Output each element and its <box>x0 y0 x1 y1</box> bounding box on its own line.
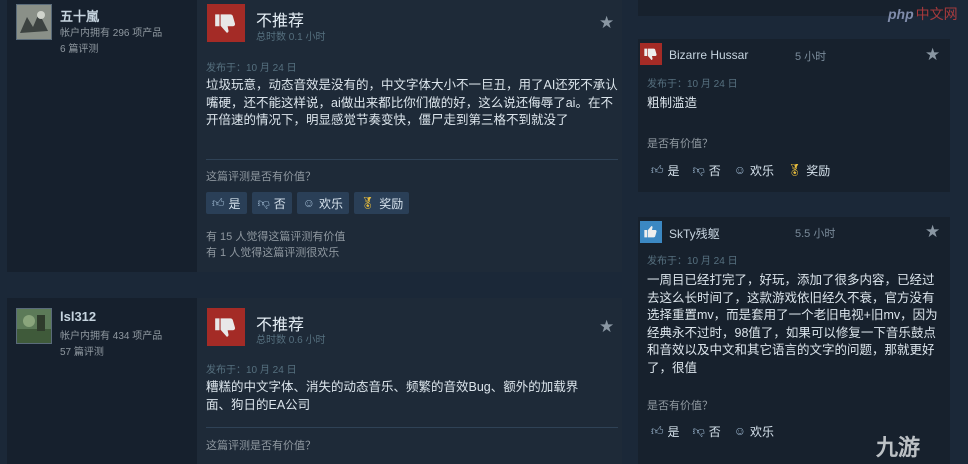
reviewer-name[interactable]: SkTy残躯 <box>669 225 720 242</box>
reviewer-products[interactable]: 帐户内拥有 434 项产品 <box>60 329 162 345</box>
avatar[interactable] <box>16 308 52 344</box>
vote-funny-label: 欢乐 <box>750 424 775 439</box>
posted-date: 发布于：10 月 24 日 <box>206 63 297 74</box>
vote-no-label: 否 <box>708 424 721 439</box>
thumb-down-icon: 👎︎ <box>257 195 270 210</box>
vote-yes-button[interactable]: 👍︎ 是 <box>647 420 684 442</box>
thumb-down-icon: 👎︎ <box>692 162 705 177</box>
divider <box>206 427 618 428</box>
helpful-question: 是否有价值？ <box>647 400 713 412</box>
helpful-question: 这篇评测是否有价值？ <box>206 440 316 452</box>
reviewer-name[interactable]: Bizarre Hussar <box>669 48 748 62</box>
reviewer-review-count[interactable]: 6 篇评测 <box>60 42 98 58</box>
vote-no-label: 否 <box>708 163 721 178</box>
vote-buttons: 👍︎ 是 👎︎ 否 ☺ 欢乐 🏅︎ 奖励 <box>206 192 410 214</box>
award-label: 奖励 <box>806 163 831 178</box>
thumb-up-icon: 👍︎ <box>212 195 225 210</box>
vote-yes-button[interactable]: 👍︎ 是 <box>647 159 684 181</box>
vote-buttons: 👍︎ 是 👎︎ 否 ☺ 欢乐 <box>647 420 778 442</box>
vote-no-label: 否 <box>273 196 286 211</box>
site-watermark-text: 中文网 <box>915 6 958 22</box>
vote-yes-label: 是 <box>667 424 680 439</box>
jiuyou-watermark-text: 九游 <box>876 435 921 460</box>
award-label: 奖励 <box>379 196 404 211</box>
vote-no-button[interactable]: 👎︎ 否 <box>251 192 292 214</box>
helpful-question: 这篇评测是否有价值？ <box>206 171 316 183</box>
award-button[interactable]: 🏅︎ 奖励 <box>783 159 834 181</box>
helpful-count: 有 15 人觉得这篇评测有价值 <box>206 231 346 243</box>
vote-yes-label: 是 <box>667 163 680 178</box>
vote-no-button[interactable]: 👎︎ 否 <box>689 420 725 442</box>
thumb-up-icon: 👍︎ <box>651 423 664 438</box>
playtime: 总时数 0.6 小时 <box>256 335 326 346</box>
review-card-1: 五十嵐 帐户内拥有 296 项产品 6 篇评测 不推荐 总时数 0.1 小时 ★… <box>7 0 622 272</box>
reviewer-review-count[interactable]: 57 篇评测 <box>60 345 104 361</box>
helpful-question: 是否有价值？ <box>647 138 713 150</box>
vote-yes-button[interactable]: 👍︎ 是 <box>206 192 247 214</box>
reviewer-name[interactable]: 五十嵐 <box>60 6 99 25</box>
review-text: 糟糕的中文字体、消失的动态音乐、频繁的音效Bug、额外的加载界面、狗日的EA公司 <box>206 380 579 412</box>
review-text: 垃圾玩意，动态音效是没有的，中文字体大小不一巨丑，用了AI还死不承认嘴硬，还不能… <box>206 78 618 127</box>
funny-count: 有 1 人觉得这篇评测很欢乐 <box>206 247 340 259</box>
award-button[interactable]: 🏅︎ 奖励 <box>354 192 410 214</box>
playtime: 5.5 小时 <box>795 228 836 240</box>
thumb-down-icon <box>640 43 662 65</box>
review-text: 一周目已经打完了，好玩，添加了很多内容，已经过去这么长时间了，这款游戏依旧经久不… <box>647 273 938 375</box>
thumb-up-icon: 👍︎ <box>651 162 664 177</box>
vote-funny-label: 欢乐 <box>750 163 775 178</box>
php-watermark-logo: php 中文网 <box>888 4 958 24</box>
review-text: 粗制滥造 <box>647 96 698 110</box>
vote-funny-button[interactable]: ☺ 欢乐 <box>296 192 350 214</box>
thumb-down-icon <box>207 4 245 42</box>
award-icon: 🏅︎ <box>787 163 803 177</box>
divider <box>206 159 618 160</box>
side-review-card-2: SkTy残躯 5.5 小时 ★ 发布于：10 月 24 日 一周目已经打完了，好… <box>638 217 950 464</box>
vote-funny-button[interactable]: ☺ 欢乐 <box>730 159 778 181</box>
posted-date: 发布于：10 月 24 日 <box>647 256 738 267</box>
side-review-card-1: Bizarre Hussar 5 小时 ★ 发布于：10 月 24 日 粗制滥造… <box>638 39 950 192</box>
vote-no-button[interactable]: 👎︎ 否 <box>689 159 725 181</box>
star-icon[interactable]: ★ <box>925 45 940 65</box>
playtime: 总时数 0.1 小时 <box>256 32 326 43</box>
playtime: 5 小时 <box>795 51 827 63</box>
star-icon[interactable]: ★ <box>599 13 614 33</box>
jiuyou-watermark-logo: 九游 <box>876 430 920 462</box>
smile-icon: ☺ <box>733 163 747 177</box>
reviewer-products[interactable]: 帐户内拥有 296 项产品 <box>60 26 162 42</box>
posted-date: 发布于：10 月 24 日 <box>206 365 297 376</box>
avatar[interactable] <box>16 4 52 40</box>
thumb-up-icon <box>640 221 662 243</box>
php-watermark-text: php <box>888 6 914 22</box>
vote-funny-label: 欢乐 <box>319 196 344 211</box>
reviewer-name[interactable]: lsl312 <box>60 309 96 324</box>
award-icon: 🏅︎ <box>360 196 376 210</box>
posted-date: 发布于：10 月 24 日 <box>647 79 738 90</box>
thumb-down-icon: 👎︎ <box>692 423 705 438</box>
vote-funny-button[interactable]: ☺ 欢乐 <box>730 420 778 442</box>
review-card-2: lsl312 帐户内拥有 434 项产品 57 篇评测 不推荐 总时数 0.6 … <box>7 298 622 464</box>
vote-buttons: 👍︎ 是 👎︎ 否 ☺ 欢乐 🏅︎ 奖励 <box>647 159 834 181</box>
star-icon[interactable]: ★ <box>599 317 614 337</box>
smile-icon: ☺ <box>302 196 316 210</box>
vote-yes-label: 是 <box>228 196 241 211</box>
star-icon[interactable]: ★ <box>925 222 940 242</box>
smile-icon: ☺ <box>733 424 747 438</box>
thumb-down-icon <box>207 308 245 346</box>
